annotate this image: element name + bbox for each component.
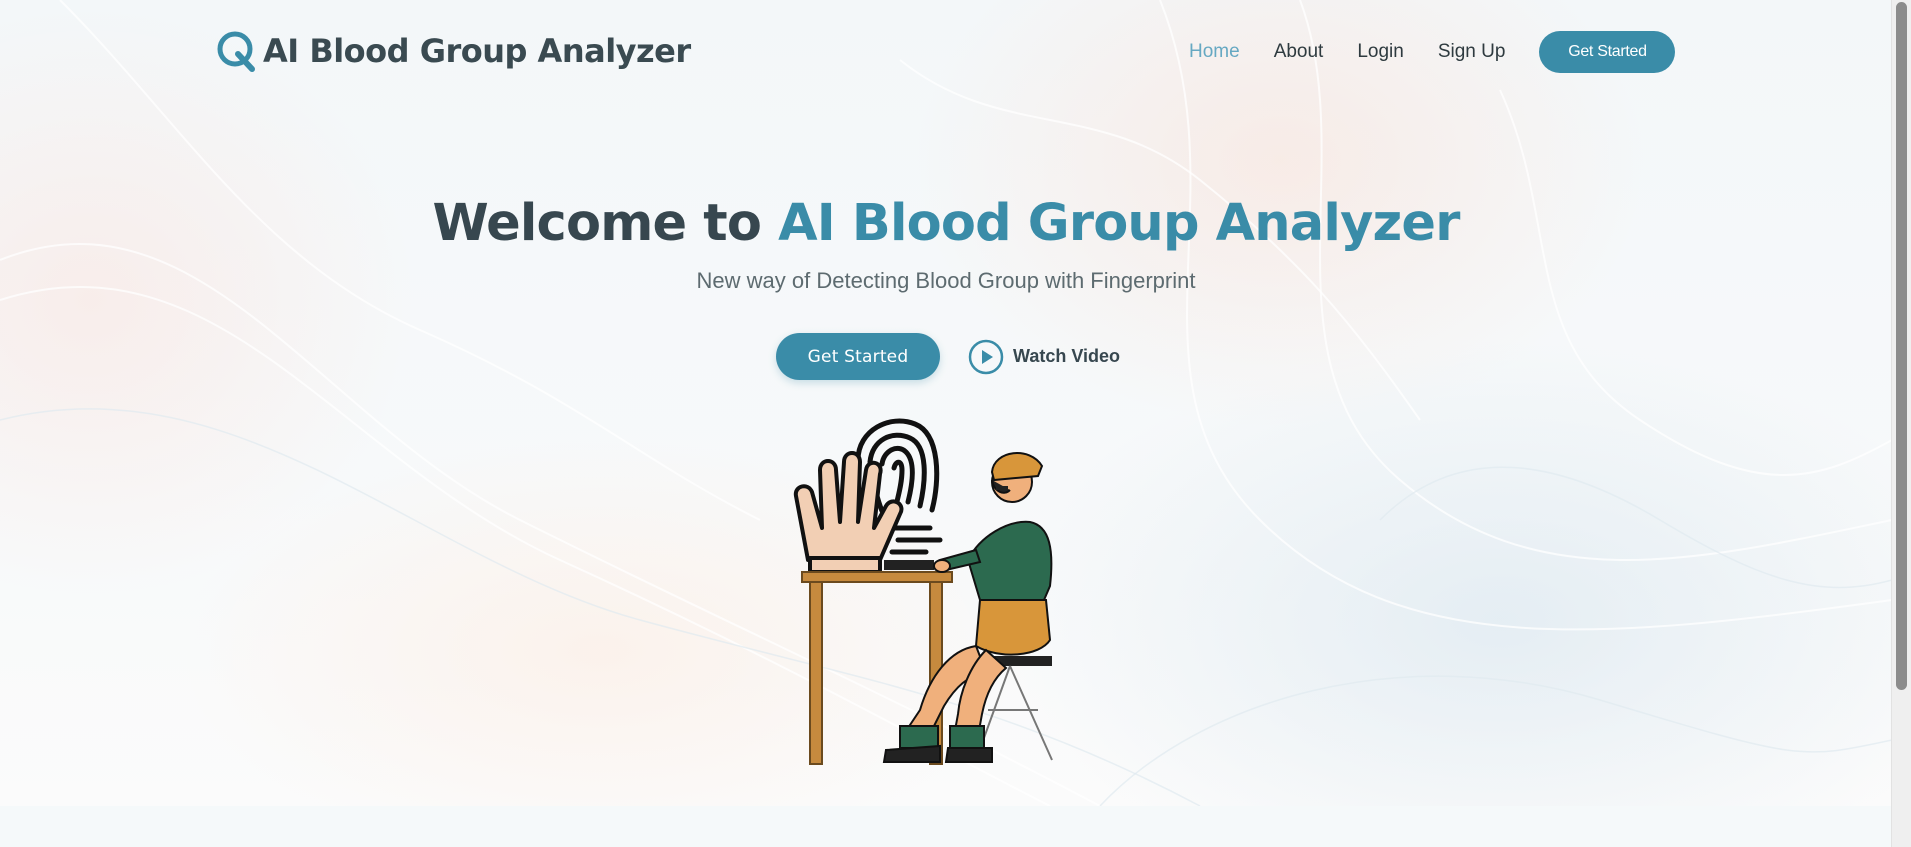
brand-logo[interactable]: AI Blood Group Analyzer <box>216 28 691 74</box>
fingerprint-scan-illustration <box>793 418 1053 765</box>
watch-video-label: Watch Video <box>1013 346 1121 366</box>
hand-icon <box>793 451 904 574</box>
main-nav: Home About Login Sign Up Get Started <box>1189 31 1676 73</box>
nav-get-started-button[interactable]: Get Started <box>1539 31 1676 73</box>
hero-section: AI Blood Group Analyzer Home About Login… <box>0 0 1892 806</box>
brand-name: AI Blood Group Analyzer <box>263 32 691 70</box>
nav-sign-up[interactable]: Sign Up <box>1438 41 1506 63</box>
nav-about[interactable]: About <box>1274 41 1324 63</box>
hero-title-accent: AI Blood Group Analyzer <box>778 194 1460 253</box>
hero-subtitle: New way of Detecting Blood Group with Fi… <box>696 268 1196 293</box>
nav-home[interactable]: Home <box>1189 41 1240 63</box>
hero-actions: Get Started Watch Video <box>776 333 1120 380</box>
page-scrollbar[interactable] <box>1891 0 1911 847</box>
next-section <box>0 806 1892 847</box>
play-circle-icon <box>968 339 1004 374</box>
q-logo-icon <box>217 31 255 72</box>
keyboard-icon <box>884 560 934 570</box>
hero-title-prefix: Welcome to <box>432 194 762 253</box>
scrollbar-thumb[interactable] <box>1896 2 1907 690</box>
hero-get-started-button[interactable]: Get Started <box>776 333 940 380</box>
nav-login[interactable]: Login <box>1357 41 1404 63</box>
hero-title: Welcome to AI Blood Group Analyzer <box>0 194 1892 253</box>
watch-video-button[interactable]: Watch Video <box>968 339 1120 375</box>
